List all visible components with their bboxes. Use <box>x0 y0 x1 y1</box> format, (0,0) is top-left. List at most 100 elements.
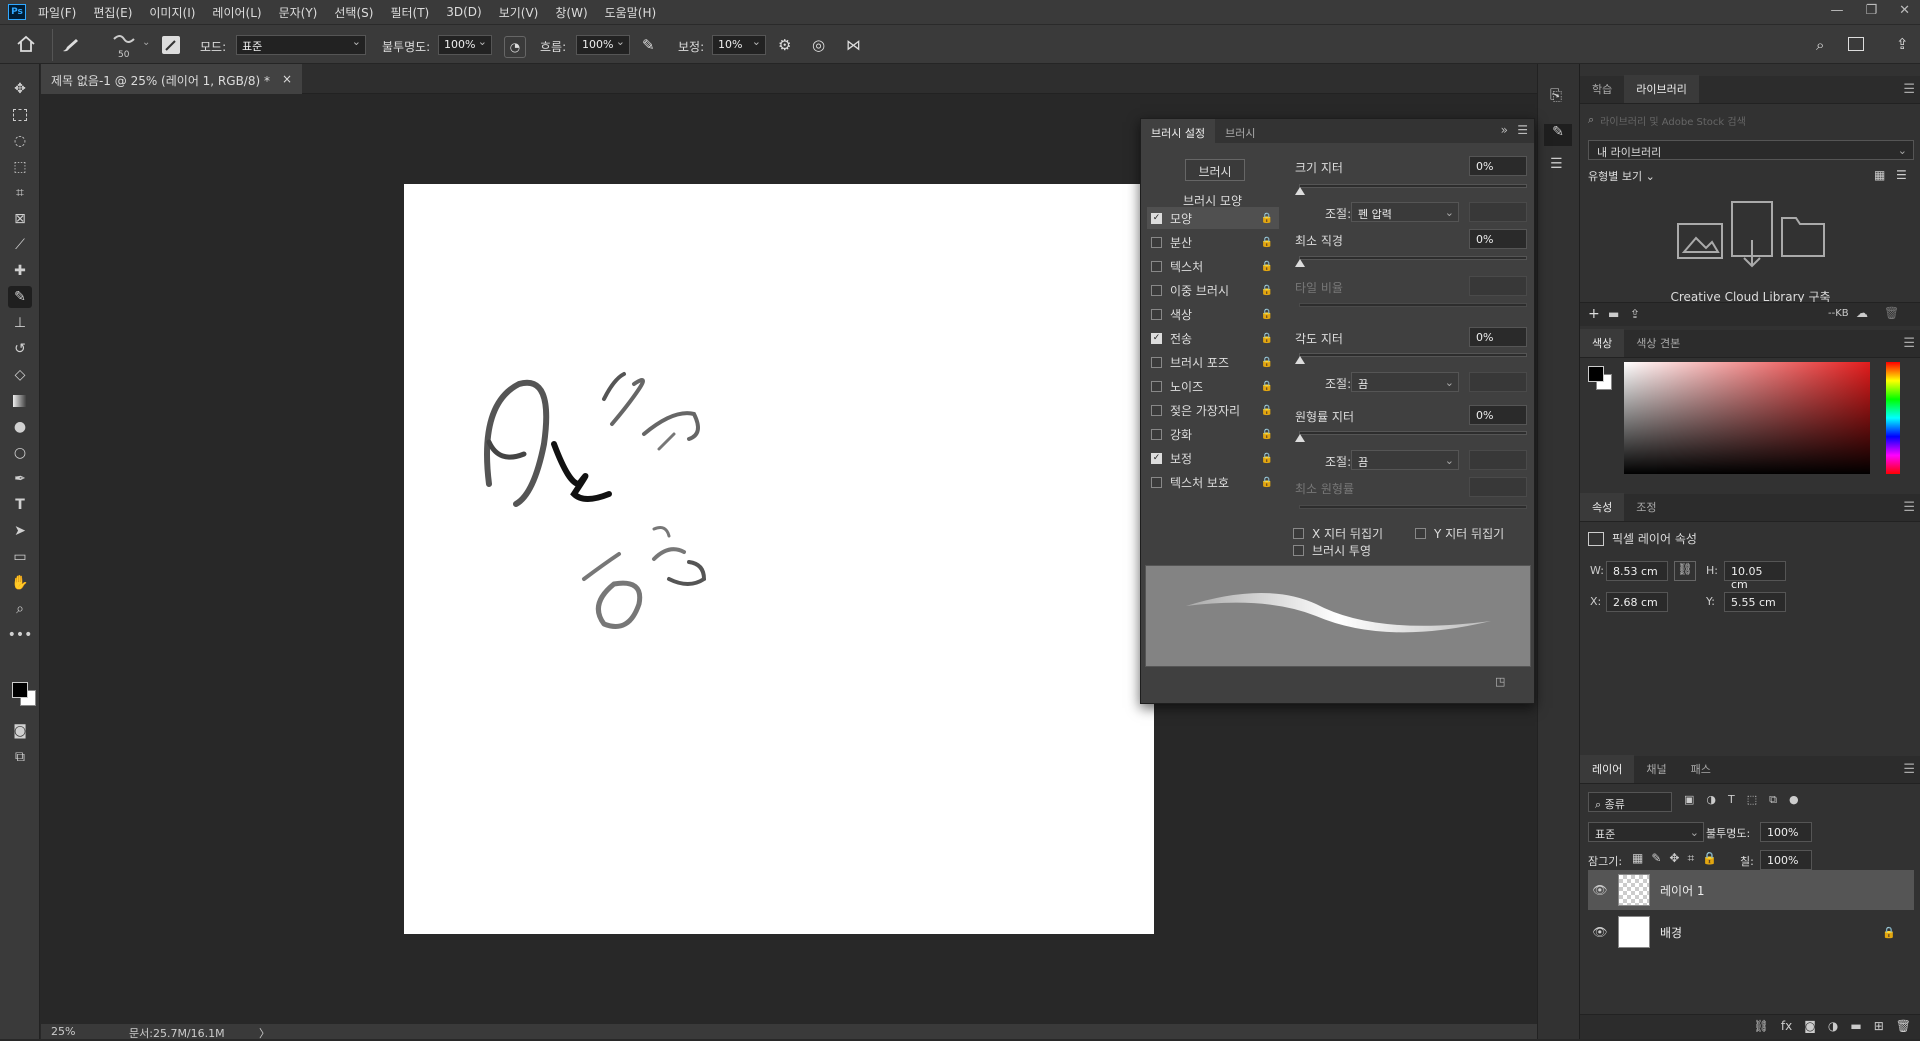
menu-type[interactable]: 문자(Y) <box>279 4 318 21</box>
gear-icon[interactable]: ⚙ <box>778 36 791 54</box>
size-control-select[interactable]: 펜 압력 ⌄ <box>1351 202 1459 222</box>
lock-icon[interactable]: 🔒 <box>1261 357 1273 368</box>
history-panel-icon[interactable]: ⎘ <box>1550 86 1562 104</box>
min-diameter-thumb[interactable] <box>1295 259 1305 267</box>
lock-icon[interactable]: 🔒 <box>1261 477 1273 488</box>
flip-x-checkbox[interactable]: X 지터 뒤집기 <box>1289 525 1383 542</box>
angle-jitter-thumb[interactable] <box>1295 356 1305 364</box>
pen-tool-icon[interactable]: ✒ <box>8 468 32 490</box>
pressure-opacity-icon[interactable]: ◔ <box>504 36 526 58</box>
crop-tool-icon[interactable]: ⌗ <box>8 182 32 204</box>
x-input[interactable]: 2.68 cm <box>1606 592 1668 612</box>
menu-help[interactable]: 도움말(H) <box>605 4 657 21</box>
menu-edit[interactable]: 편집(E) <box>93 4 132 21</box>
upload-icon[interactable]: ⇪ <box>1630 307 1640 321</box>
brush-option-item[interactable]: 젖은 가장자리 🔒 <box>1147 399 1279 421</box>
mask-icon[interactable]: ◙ <box>1804 1019 1816 1035</box>
color-field[interactable] <box>1624 362 1870 474</box>
brush-option-item[interactable]: ✓ 전송 🔒 <box>1147 327 1279 349</box>
workspace-icon[interactable] <box>1848 37 1864 51</box>
color-menu-icon[interactable]: ☰ <box>1903 336 1915 351</box>
brush-option-item[interactable]: ✓ 보정 🔒 <box>1147 447 1279 469</box>
size-jitter-input[interactable]: 0% <box>1469 156 1527 176</box>
layer-filter-select[interactable]: ⌕ 종류 <box>1588 792 1672 812</box>
eyedropper-tool-icon[interactable]: ⟋ <box>8 234 32 256</box>
lock-position-icon[interactable]: ✥ <box>1669 851 1679 866</box>
collapse-icon[interactable]: » <box>1501 123 1508 137</box>
flow-input[interactable]: 100% <box>576 35 630 55</box>
brush-option-item[interactable]: 텍스처 보호 🔒 <box>1147 471 1279 493</box>
menu-select[interactable]: 선택(S) <box>334 4 373 21</box>
lock-icon[interactable]: 🔒 <box>1261 381 1273 392</box>
filter-adjustment-icon[interactable]: ◑ <box>1706 793 1716 807</box>
option-checkbox[interactable] <box>1151 260 1162 272</box>
angle-jitter-slider[interactable] <box>1299 353 1527 357</box>
option-checkbox[interactable] <box>1151 284 1162 296</box>
frame-tool-icon[interactable]: ⊠ <box>8 208 32 230</box>
brush-panel-toggle-icon[interactable] <box>162 36 180 54</box>
lock-icon[interactable]: 🔒 <box>1261 261 1273 272</box>
menu-3d[interactable]: 3D(D) <box>446 5 481 19</box>
type-tool-icon[interactable]: T <box>8 494 32 516</box>
lock-transparency-icon[interactable]: ▦ <box>1632 851 1643 866</box>
filter-toggle-icon[interactable]: ● <box>1789 793 1799 807</box>
lock-icon[interactable]: 🔒 <box>1261 429 1273 440</box>
menu-layer[interactable]: 레이어(L) <box>212 4 261 21</box>
option-checkbox[interactable] <box>1151 380 1162 392</box>
lock-all-icon[interactable]: 🔒 <box>1702 851 1717 866</box>
brush-preset-icon[interactable] <box>112 31 136 49</box>
option-checkbox[interactable] <box>1151 308 1162 320</box>
tab-adjustments[interactable]: 조정 <box>1624 493 1668 521</box>
stamp-tool-icon[interactable]: ⊥ <box>8 312 32 334</box>
brush-option-item[interactable]: 분산 🔒 <box>1147 231 1279 253</box>
min-diameter-slider[interactable] <box>1299 256 1527 260</box>
pressure-size-icon[interactable]: ◎ <box>812 36 825 54</box>
gradient-tool-icon[interactable] <box>8 390 32 412</box>
option-checkbox[interactable] <box>1151 236 1162 248</box>
airbrush-icon[interactable]: ✎ <box>642 36 655 54</box>
option-checkbox[interactable] <box>1151 476 1162 488</box>
width-input[interactable]: 8.53 cm <box>1606 561 1668 581</box>
hue-slider[interactable] <box>1886 362 1900 474</box>
link-icon[interactable]: ⛓ <box>1674 561 1696 581</box>
option-checkbox[interactable] <box>1151 428 1162 440</box>
menu-filter[interactable]: 필터(T) <box>390 4 429 21</box>
tab-brushes[interactable]: 브러시 <box>1215 119 1265 143</box>
option-checkbox[interactable]: ✓ <box>1151 452 1162 464</box>
panel-menu-icon[interactable]: ☰ <box>1517 123 1528 137</box>
brush-projection-checkbox[interactable]: 브러시 투영 <box>1289 542 1371 559</box>
library-select[interactable]: 내 라이브러리 ⌄ <box>1588 140 1914 160</box>
properties-menu-icon[interactable]: ☰ <box>1903 500 1915 515</box>
menu-image[interactable]: 이미지(I) <box>149 4 195 21</box>
opacity-input[interactable]: 100% <box>438 35 492 55</box>
healing-tool-icon[interactable]: ✚ <box>8 260 32 282</box>
marquee-tool-icon[interactable] <box>8 104 32 126</box>
brush-option-item[interactable]: 브러시 포즈 🔒 <box>1147 351 1279 373</box>
layer-row[interactable]: 👁 배경 🔒 <box>1588 912 1914 952</box>
lock-icon[interactable]: 🔒 <box>1261 285 1273 296</box>
angle-control-select[interactable]: 끔 ⌄ <box>1351 372 1459 392</box>
dodge-tool-icon[interactable]: ○ <box>8 442 32 464</box>
option-checkbox[interactable]: ✓ <box>1151 212 1162 224</box>
lock-image-icon[interactable]: ✎ <box>1651 851 1661 866</box>
filter-type-icon[interactable]: T <box>1728 793 1735 807</box>
tab-properties[interactable]: 속성 <box>1580 493 1625 521</box>
brushes-button[interactable]: 브러시 <box>1185 159 1245 181</box>
rectangle-tool-icon[interactable]: ▭ <box>8 546 32 568</box>
filter-pixel-icon[interactable]: ▣ <box>1684 793 1694 807</box>
filter-shape-icon[interactable]: ⬚ <box>1747 793 1757 807</box>
screen-mode-icon[interactable]: ⧉ <box>8 746 32 768</box>
lock-icon[interactable]: 🔒 <box>1261 237 1273 248</box>
tab-swatches[interactable]: 색상 견본 <box>1624 329 1692 357</box>
close-window-button[interactable]: ✕ <box>1899 3 1910 18</box>
lock-icon[interactable]: 🔒 <box>1261 213 1273 224</box>
group-icon[interactable]: ▬ <box>1850 1019 1861 1035</box>
libraries-menu-icon[interactable]: ☰ <box>1903 82 1915 97</box>
cloud-icon[interactable]: ☁ <box>1856 306 1868 320</box>
eraser-tool-icon[interactable]: ◇ <box>8 364 32 386</box>
minimize-button[interactable]: — <box>1830 3 1843 18</box>
document-canvas[interactable] <box>404 184 1154 934</box>
layer-opacity-input[interactable]: 100% <box>1760 822 1812 842</box>
brush-settings-panel-icon[interactable]: ✎ <box>1544 124 1572 146</box>
mode-select[interactable]: 표준 <box>236 35 366 55</box>
